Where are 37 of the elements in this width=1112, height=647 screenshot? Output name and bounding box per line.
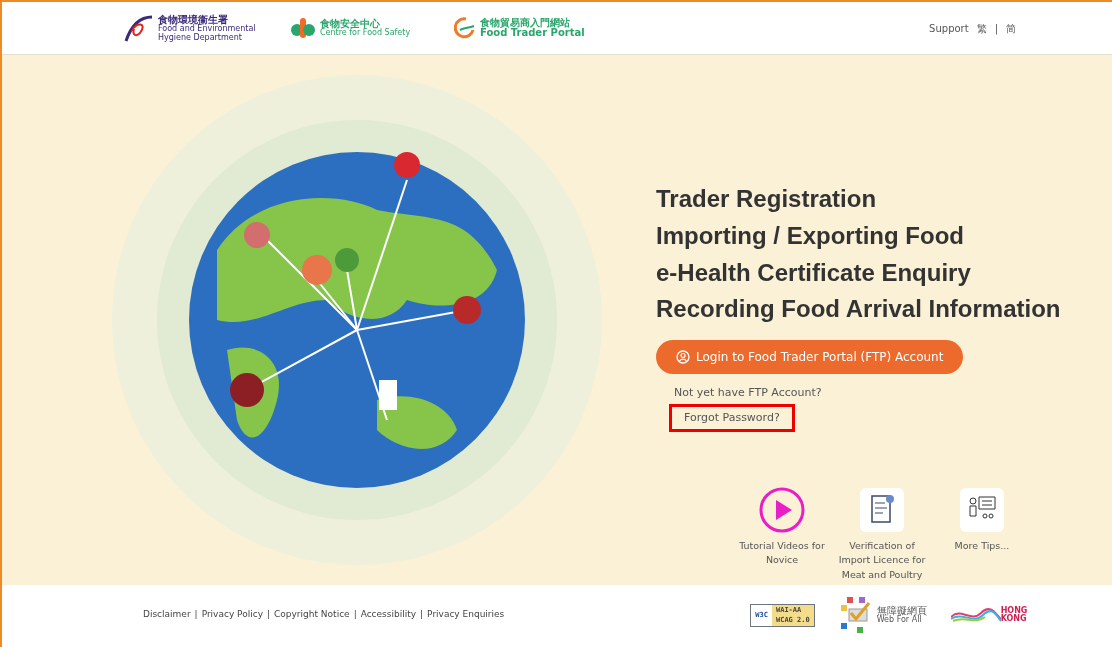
logo-english-text: Food and Environmental Hygiene Department <box>158 25 257 42</box>
logo-figure-icon <box>290 16 316 40</box>
shortcut-link[interactable]: Verification of Import Licence for Meat and Poultry <box>834 539 930 582</box>
footer-link[interactable]: Privacy Policy <box>201 608 263 622</box>
hong-kong-logo-text: HONG KONG <box>1000 607 1029 623</box>
separator-text: | <box>194 608 198 622</box>
play-icon[interactable] <box>759 487 805 534</box>
heading-text: Recording Food Arrival Information <box>656 295 1061 325</box>
shortcut-link[interactable]: Tutorial Videos for Novice <box>734 539 830 568</box>
footer-link[interactable]: Accessibility <box>360 608 417 622</box>
document-icon[interactable] <box>859 487 905 534</box>
separator-text: | <box>267 608 271 622</box>
separator-text: | <box>420 608 424 622</box>
heading-text: Importing / Exporting Food <box>656 221 965 251</box>
logo-english-text: Food Trader Portal <box>480 28 585 39</box>
logo-english-text: Centre for Food Safety <box>320 29 412 38</box>
support-link[interactable]: Support <box>929 20 969 36</box>
footer-link[interactable]: Copyright Notice <box>274 608 350 622</box>
web-for-all-text[interactable]: 無障礙網頁 Web For All <box>876 605 927 625</box>
logo-chinese-text: 食物安全中心 <box>320 18 380 30</box>
presentation-icon[interactable] <box>959 487 1005 534</box>
computer-tick-icon <box>838 597 873 633</box>
logo-chinese-text: 食物環境衞生署 <box>158 14 228 26</box>
language-link[interactable]: 简 <box>1006 20 1016 36</box>
separator-text: | <box>994 21 998 36</box>
user-icon <box>676 350 690 365</box>
heading-text: e-Health Certificate Enquiry <box>656 258 972 288</box>
footer-link[interactable]: Disclaimer <box>143 608 191 622</box>
account-link[interactable]: Not yet have FTP Account? <box>672 384 824 403</box>
heading-text: Trader Registration <box>656 185 878 214</box>
shortcut-link[interactable]: More Tips... <box>934 539 1030 554</box>
wave-ribbon-icon <box>950 605 1001 625</box>
footer-link[interactable]: Privacy Enquiries <box>427 608 505 622</box>
separator-text: | <box>353 608 357 622</box>
language-link[interactable]: 繁 <box>976 20 987 36</box>
account-link[interactable]: Forgot Password? <box>672 406 792 430</box>
logo-chinese-text: 食物貿易商入門網站 <box>480 17 570 29</box>
